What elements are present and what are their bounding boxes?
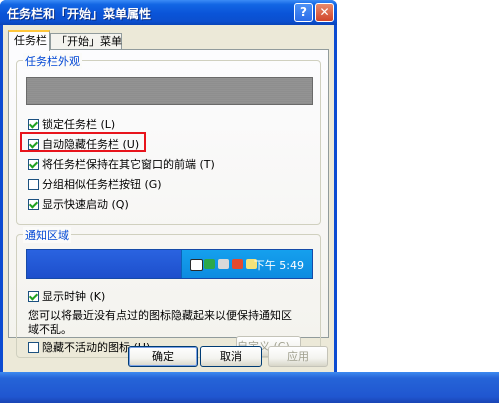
close-button[interactable]: ✕ bbox=[315, 3, 334, 22]
notification-legend: 通知区域 bbox=[23, 227, 71, 243]
lock-taskbar-checkbox[interactable] bbox=[28, 119, 39, 130]
tab-taskbar[interactable]: 任务栏 bbox=[8, 30, 50, 51]
properties-dialog: 任务栏和「开始」菜单属性 ? ✕ 任务栏 「开始」菜单 任务栏外观 锁定任务栏 … bbox=[0, 0, 337, 372]
keep-on-top-option[interactable]: 将任务栏保持在其它窗口的前端 (T) bbox=[28, 158, 215, 172]
desktop: 任务栏和「开始」菜单属性 ? ✕ 任务栏 「开始」菜单 任务栏外观 锁定任务栏 … bbox=[0, 0, 499, 403]
red-highlight-box bbox=[20, 132, 146, 152]
cancel-button[interactable]: 取消 bbox=[200, 346, 262, 367]
group-buttons-label: 分组相似任务栏按钮 (G) bbox=[42, 178, 162, 191]
title-bar[interactable]: 任务栏和「开始」菜单属性 ? ✕ bbox=[0, 0, 337, 25]
tray-area: 下午 5:49 bbox=[181, 250, 312, 278]
tray-network-icon bbox=[204, 259, 215, 269]
window-title: 任务栏和「开始」菜单属性 bbox=[7, 7, 152, 21]
tray-preview: 下午 5:49 bbox=[26, 249, 313, 279]
quick-launch-label: 显示快速启动 (Q) bbox=[42, 198, 129, 211]
taskbar-preview bbox=[26, 77, 313, 105]
keep-on-top-checkbox[interactable] bbox=[28, 159, 39, 170]
notification-description: 您可以将最近没有点过的图标隐藏起来以便保持通知区域不乱。 bbox=[28, 309, 292, 336]
tray-app-icon-1 bbox=[190, 259, 203, 271]
show-clock-label: 显示时钟 (K) bbox=[42, 290, 106, 303]
group-buttons-option[interactable]: 分组相似任务栏按钮 (G) bbox=[28, 178, 162, 192]
help-button[interactable]: ? bbox=[294, 3, 313, 22]
tray-clock: 下午 5:49 bbox=[253, 259, 304, 272]
show-clock-option[interactable]: 显示时钟 (K) bbox=[28, 290, 105, 304]
keep-on-top-label: 将任务栏保持在其它窗口的前端 (T) bbox=[42, 158, 215, 171]
quick-launch-checkbox[interactable] bbox=[28, 199, 39, 210]
tab-start-menu[interactable]: 「开始」菜单 bbox=[50, 33, 122, 49]
hide-inactive-checkbox[interactable] bbox=[28, 342, 39, 353]
show-clock-checkbox[interactable] bbox=[28, 291, 39, 302]
notification-group: 通知区域 下午 5:49 显示时钟 (K) 您可以将最近没有点过的图标隐藏起来以… bbox=[16, 227, 321, 358]
lock-taskbar-label: 锁定任务栏 (L) bbox=[42, 118, 116, 131]
quick-launch-option[interactable]: 显示快速启动 (Q) bbox=[28, 198, 129, 212]
apply-button[interactable]: 应用 bbox=[268, 346, 328, 367]
tray-monitor-icon bbox=[218, 259, 229, 269]
group-buttons-checkbox[interactable] bbox=[28, 179, 39, 190]
tray-security-icon bbox=[232, 259, 243, 269]
dialog-body: 任务栏 「开始」菜单 任务栏外观 锁定任务栏 (L) 自动隐藏任务栏 (U) 将… bbox=[3, 25, 334, 372]
tab-panel: 任务栏外观 锁定任务栏 (L) 自动隐藏任务栏 (U) 将任务栏保持在其它窗口的… bbox=[8, 49, 329, 358]
appearance-group: 任务栏外观 锁定任务栏 (L) 自动隐藏任务栏 (U) 将任务栏保持在其它窗口的… bbox=[16, 53, 321, 225]
lock-taskbar-option[interactable]: 锁定任务栏 (L) bbox=[28, 118, 115, 132]
ok-button[interactable]: 确定 bbox=[128, 346, 198, 367]
appearance-legend: 任务栏外观 bbox=[23, 53, 82, 69]
desktop-taskbar bbox=[0, 372, 499, 403]
